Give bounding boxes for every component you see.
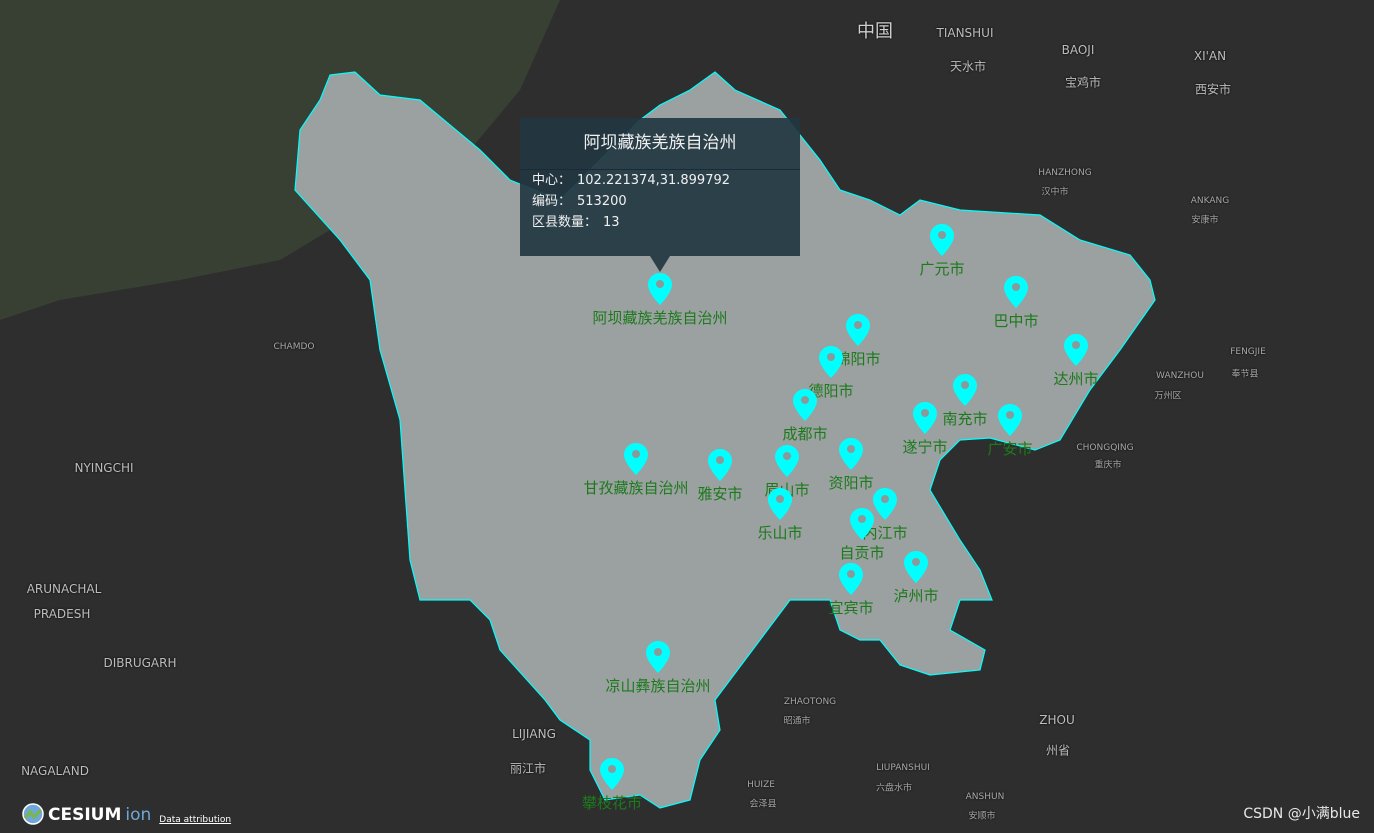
basemap-place-label: ANSHUN (965, 792, 1005, 802)
basemap-place-label: WANZHOU (1156, 371, 1204, 381)
basemap-place-label: XI'AN (1193, 49, 1227, 63)
region-label: 自贡市 (839, 544, 885, 562)
code-label: 编码： (532, 194, 572, 209)
map-pin-icon[interactable] (1064, 334, 1088, 366)
cesium-logo-text: CESIUM (48, 805, 122, 825)
basemap-place-label: BAOJI (1061, 43, 1095, 57)
region-label: 乐山市 (757, 524, 803, 542)
region-label: 广元市 (919, 260, 965, 278)
basemap-place-label: ANKANG (1190, 196, 1230, 206)
region-label: 成都市 (782, 425, 828, 443)
basemap-place-label: CHONGQING (1076, 443, 1134, 453)
region-label: 南充市 (942, 410, 988, 428)
basemap-place-label: PRADESH (33, 607, 91, 621)
map-pin-icon[interactable] (648, 273, 672, 305)
region-label: 宜宾市 (828, 599, 874, 617)
region-label: 泸州市 (893, 587, 939, 605)
region-label: 广安市 (987, 440, 1033, 458)
basemap-place-label: 汉中市 (1041, 187, 1069, 198)
map-pin-icon[interactable] (775, 445, 799, 477)
basemap-place-label: CHAMDO (273, 342, 315, 352)
basemap-place-label: 重庆市 (1094, 460, 1122, 471)
map-pin-icon[interactable] (873, 488, 897, 520)
basemap-place-label: HUIZE (747, 780, 775, 790)
region-label: 巴中市 (993, 312, 1039, 330)
map-pin-icon[interactable] (646, 641, 670, 673)
region-label: 遂宁市 (902, 438, 948, 456)
map-pin-icon[interactable] (953, 374, 977, 406)
cesium-logo[interactable]: CESIUM ion Data attribution (22, 803, 231, 825)
center-value: 102.221374,31.899792 (577, 173, 731, 188)
map-pin-icon[interactable] (768, 488, 792, 520)
basemap-place-label: 万州区 (1154, 391, 1182, 402)
basemap-place-label: NYINGCHI (74, 461, 134, 475)
map-pin-icon[interactable] (839, 563, 863, 595)
map-pin-icon[interactable] (600, 758, 624, 790)
region-label: 甘孜藏族自治州 (583, 479, 689, 497)
basemap-place-label: 安康市 (1191, 215, 1219, 226)
watermark: CSDN @小满blue (1243, 806, 1360, 822)
county-value: 13 (603, 215, 620, 230)
map-pin-icon[interactable] (708, 449, 732, 481)
popup-center-row: 中心： 102.221374,31.899792 (520, 170, 800, 191)
basemap-place-label: 中国 (857, 21, 893, 42)
popup-county-row: 区县数量： 13 (520, 212, 800, 233)
basemap-place-label: 奉节县 (1231, 369, 1259, 380)
map-pin-icon[interactable] (793, 389, 817, 421)
basemap-place-label: 州省 (1045, 743, 1071, 758)
region-label: 达州市 (1053, 370, 1099, 388)
code-value: 513200 (577, 194, 627, 209)
map-pin-icon[interactable] (913, 402, 937, 434)
map-pin-icon[interactable] (998, 404, 1022, 436)
region-label: 凉山彝族自治州 (605, 677, 711, 695)
basemap-place-label: 宝鸡市 (1064, 75, 1102, 90)
basemap-place-label: 会泽县 (749, 799, 777, 810)
basemap-place-label: ZHOU (1039, 713, 1075, 727)
basemap-place-label: ARUNACHAL (26, 582, 102, 596)
basemap-place-label: 昭通市 (783, 716, 811, 727)
basemap-place-label: 六盘水市 (875, 783, 913, 794)
map-pin-icon[interactable] (930, 224, 954, 256)
popup-title: 阿坝藏族羌族自治州 (520, 118, 800, 170)
region-label: 攀枝花市 (581, 794, 643, 812)
region-label: 资阳市 (828, 474, 874, 492)
map-pin-icon[interactable] (839, 438, 863, 470)
map-pin-icon[interactable] (850, 508, 874, 540)
basemap-place-label: 西安市 (1194, 82, 1232, 97)
popup-arrow (650, 256, 670, 272)
basemap-place-label: LIJIANG (512, 727, 556, 741)
data-attribution-link[interactable]: Data attribution (159, 815, 231, 825)
info-popup: 阿坝藏族羌族自治州 中心： 102.221374,31.899792 编码： 513… (520, 118, 800, 272)
region-label: 阿坝藏族羌族自治州 (592, 309, 728, 327)
cesium-logo-icon (22, 803, 44, 825)
popup-code-row: 编码： 513200 (520, 191, 800, 212)
basemap-place-label: 丽江市 (509, 761, 547, 776)
basemap-place-label: HANZHONG (1038, 168, 1092, 178)
region-label: 雅安市 (697, 485, 743, 503)
basemap-place-label: NAGALAND (21, 764, 89, 778)
map-pin-icon[interactable] (624, 443, 648, 475)
map-pin-icon[interactable] (819, 346, 843, 378)
cesium-logo-suffix: ion (125, 805, 152, 825)
center-label: 中心： (532, 173, 572, 188)
basemap-place-label: DIBRUGARH (103, 656, 177, 670)
basemap-place-label: FENGJIE (1230, 347, 1266, 357)
basemap-place-label: 安顺市 (968, 811, 996, 822)
map-pin-icon[interactable] (846, 314, 870, 346)
basemap-place-label: ZHAOTONG (783, 697, 837, 707)
county-label: 区县数量： (532, 215, 598, 230)
basemap-place-label: LIUPANSHUI (876, 763, 930, 773)
basemap-place-label: TIANSHUI (936, 26, 994, 40)
map-pin-icon[interactable] (904, 551, 928, 583)
basemap-place-label: 天水市 (949, 59, 987, 74)
map-pin-icon[interactable] (1004, 276, 1028, 308)
